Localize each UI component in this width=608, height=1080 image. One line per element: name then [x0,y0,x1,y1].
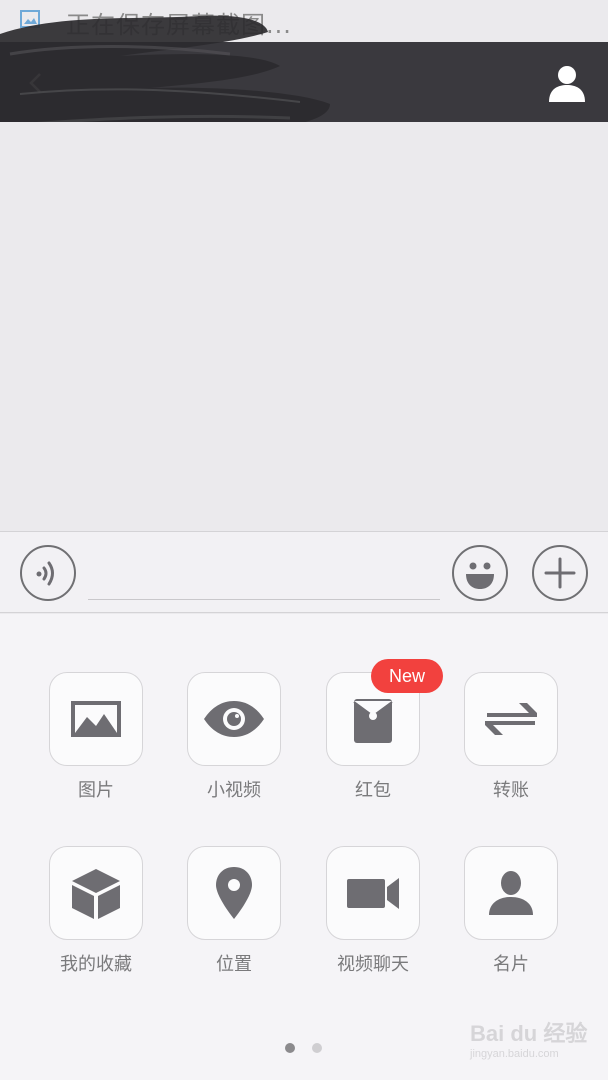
tile-box [464,672,558,766]
tile-box [187,672,281,766]
input-bar [0,531,608,613]
video-camera-icon [347,878,399,909]
plus-icon [544,557,576,589]
page-dot-inactive[interactable] [312,1043,322,1053]
tile-box [49,846,143,940]
panel-item-label: 转账 [493,780,529,801]
screenshot-icon [20,10,40,28]
panel-item-image[interactable]: 图片 [26,672,166,822]
panel-item-label: 红包 [355,780,391,801]
panel-item-label: 名片 [493,954,529,975]
page-indicator [280,1043,330,1055]
person-card-icon [489,871,533,915]
page-dot-active[interactable] [285,1043,295,1053]
panel-item-red-envelope[interactable]: 红包 [303,672,443,822]
panel-item-label: 位置 [216,954,252,975]
image-icon [71,701,121,737]
message-input[interactable] [88,552,440,600]
new-badge: New [371,659,443,693]
panel-item-transfer[interactable]: 转账 [441,672,581,822]
panel-item-label: 小视频 [207,780,261,801]
voice-icon [36,561,54,586]
panel-item-location[interactable]: 位置 [164,846,304,996]
tile-box [187,846,281,940]
panel-item-short-video[interactable]: 小视频 [164,672,304,822]
panel-item-video-chat[interactable]: 视频聊天 [303,846,443,996]
tile-box [464,846,558,940]
panel-item-label: 视频聊天 [337,954,409,975]
panel-item-label: 我的收藏 [60,954,132,975]
panel-item-favorites[interactable]: 我的收藏 [26,846,166,996]
eye-icon [204,701,264,737]
emoji-button[interactable] [452,545,508,601]
status-bar: 正在保存屏幕截图... [0,0,608,42]
location-pin-icon [216,867,252,919]
panel-item-contact-card[interactable]: 名片 [441,846,581,996]
panel-item-label: 图片 [78,780,114,801]
status-text: 正在保存屏幕截图... [66,11,292,39]
back-arrow-icon[interactable] [28,72,42,94]
person-icon[interactable] [546,62,588,104]
cube-icon [72,869,120,919]
transfer-icon [485,703,537,735]
chat-header [0,42,608,122]
smiley-icon [466,562,494,589]
more-options-button[interactable] [532,545,588,601]
tile-box [326,846,420,940]
chat-messages-area[interactable] [0,122,608,532]
tile-box [49,672,143,766]
voice-button[interactable] [20,545,76,601]
attachment-panel: 图片 小视频 红包 转账 我的收藏 位置 视频聊天 名片 [0,614,608,1080]
